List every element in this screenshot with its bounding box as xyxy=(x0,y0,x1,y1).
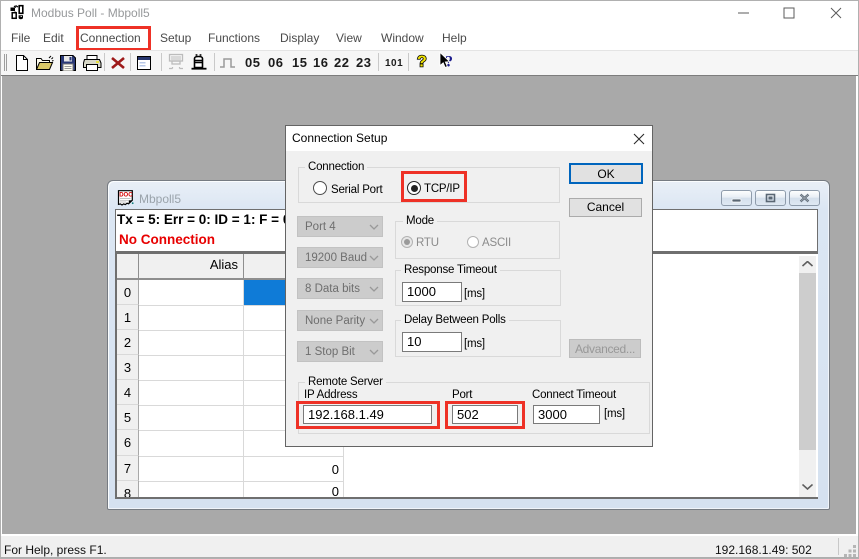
svg-text:DOC: DOC xyxy=(119,193,133,199)
svg-text:?: ? xyxy=(417,54,427,71)
